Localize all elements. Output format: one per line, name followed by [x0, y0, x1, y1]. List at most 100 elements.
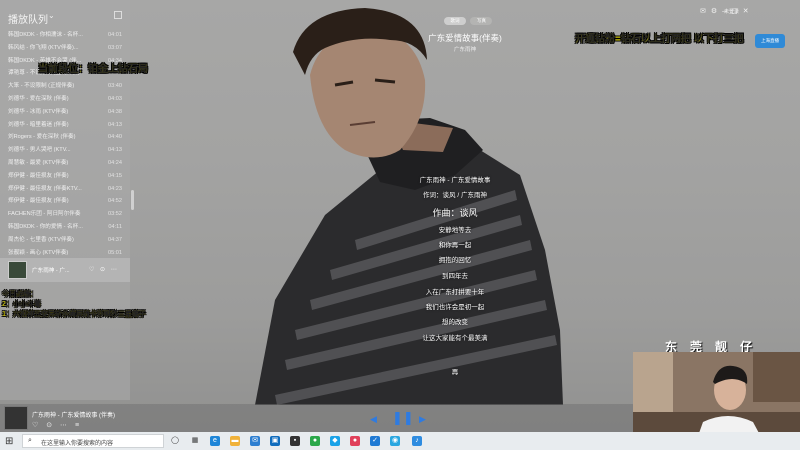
queue-item-duration: 04:01 [108, 32, 122, 38]
album-artwork [255, 8, 563, 405]
player-thumbnail[interactable] [4, 406, 28, 430]
stats-title: 今日战绩： [2, 291, 37, 298]
queue-title: 播放队列 [8, 15, 48, 26]
queue-item-duration: 04:37 [108, 236, 122, 243]
queue-item-duration: 04:24 [108, 160, 122, 166]
queue-item[interactable]: FACHEN乐团 - 阿日阿尔伴奏 03:52 [8, 208, 124, 221]
previous-icon[interactable]: ◀ [370, 414, 377, 425]
queue-item-duration: 04:13 [108, 147, 122, 154]
tab-lyrics[interactable]: 歌词 [444, 17, 466, 25]
queue-item-duration: 04:23 [108, 185, 122, 192]
windows-taskbar: ⊞ ⌕ 在这里输入你要搜索的内容 ◯ ▦ e ▬ ✉ ▣ ▪ ● ◆ ● ✓ ◉… [0, 432, 800, 450]
rank-overlay: 当前段位：铂金上钻石局 [38, 64, 148, 75]
app-icon-1[interactable]: ▪ [290, 436, 300, 446]
queue-item[interactable]: 郑伊健 - 最佳损友 (伴奏) 04:52 [8, 195, 124, 208]
current-track-thumbnail [8, 261, 27, 279]
minimize-icon[interactable]: – [722, 8, 731, 15]
lyric-line: 拥抱的回忆 [438, 257, 472, 264]
stream-logo: 上海直播 [755, 34, 785, 48]
queue-item[interactable]: 周杰伦 - 七里香 (KTV伴奏) 04:37 [8, 234, 124, 247]
queue-item[interactable]: 郑伊健 - 最佳损友 (伴奏) 04:15 [8, 170, 124, 183]
windows-start-icon[interactable]: ⊞ [5, 436, 13, 447]
window-controls: ✉⚙–▢✕ [700, 7, 754, 15]
queue-item[interactable]: 刘德华 - 冰雨 (KTV伴奏) 04:38 [8, 106, 124, 119]
mail-icon[interactable]: ✉ [700, 8, 711, 15]
queue-item[interactable]: 刘德华 - 暗里着迷 (伴奏) 04:13 [8, 119, 124, 132]
pause-icon[interactable]: ❚❚ [392, 410, 414, 426]
close-icon[interactable]: ✕ [743, 8, 754, 15]
stats-line-2: 1：六祖神五变异斩杀满屏流卡莎瞬秒三星德子 [2, 311, 146, 318]
queue-item-title: 韩风结 - 你飞翔 (KTV伴奏)... [8, 44, 79, 51]
maximize-icon[interactable]: ▢ [731, 8, 743, 15]
settings-icon[interactable]: ⚙ [711, 8, 722, 15]
queue-item-duration: 04:40 [108, 134, 122, 141]
queue-current-track[interactable]: 广东雨神 - 广... ♡ ⊙ ⋯ [0, 258, 130, 282]
queue-item-duration: 04:03 [108, 96, 122, 102]
chevron-down-icon[interactable]: ⌄ [48, 11, 55, 20]
app-icon-2[interactable]: ● [310, 436, 320, 446]
edge-icon[interactable]: e [210, 436, 220, 446]
mail-app-icon[interactable]: ✉ [250, 436, 260, 446]
lyric-line: 入在广东打拼要十年 [425, 289, 485, 296]
promo-overlay: 开通钻粉=钻石以上打两把 以下打三把 [575, 34, 744, 45]
widgets-icon[interactable]: ▦ [190, 436, 200, 446]
queue-item[interactable]: 韩国DKDK - 你相濡沫 - 名杯... 04:01 [8, 29, 124, 42]
music-player-taskbar-icon[interactable]: ♪ [412, 436, 422, 446]
lyric-line: 作词：谈风 / 广东雨神 [423, 192, 487, 199]
queue-item-title: 郑伊健 - 最佳损友 (伴奏KTV... [8, 185, 82, 192]
store-icon[interactable]: ▣ [270, 436, 280, 446]
task-view-icon[interactable]: ◯ [170, 436, 180, 446]
stats-line-1: 2：小小斗毒 [2, 301, 41, 308]
song-artist[interactable]: 广东雨神 [400, 45, 530, 53]
queue-item-duration: 04:38 [108, 108, 122, 115]
next-icon[interactable]: ▶ [419, 414, 426, 425]
queue-item[interactable]: 刘德华 - 爱在深秋 (伴奏) 04:03 [8, 93, 124, 106]
app-icon-5[interactable]: ✓ [370, 436, 380, 446]
tab-photo[interactable]: 写真 [470, 17, 493, 25]
view-mode-tabs: 歌词 写真 [444, 9, 493, 27]
search-icon: ⌕ [28, 437, 32, 444]
lyric-line: 安静地等去 [438, 227, 472, 234]
queue-item[interactable]: 刘德华 - 男人哭吧 (KTV... 04:13 [8, 144, 124, 157]
queue-item[interactable]: 刘Rogers - 爱在深秋 (伴奏) 04:40 [8, 131, 124, 144]
queue-item[interactable]: 韩风结 - 你飞翔 (KTV伴奏)... 03:07 [8, 42, 124, 55]
screen: 播放队列 ⌄ 韩国DKDK - 你相濡沫 - 名杯... 04:01 韩风结 - 你… [0, 0, 800, 450]
taskbar-search-box[interactable]: ⌕ 在这里输入你要搜索的内容 [22, 434, 164, 448]
queue-item-title: 周杰伦 - 七里香 (KTV伴奏) [8, 236, 74, 243]
queue-item-title: 郑伊健 - 最佳损友 (伴奏) [8, 172, 69, 179]
queue-item-title: 刘德华 - 暗里着迷 (伴奏) [8, 121, 69, 128]
app-icon-3[interactable]: ◆ [330, 436, 340, 446]
lyric-line: 让这大家能有个最美满 [422, 335, 488, 342]
queue-item[interactable]: 大笨 - 不设限制 (正规伴奏) 03:40 [8, 80, 124, 93]
queue-item-title: 大笨 - 不设限制 (正规伴奏) [8, 83, 75, 90]
player-action-icons[interactable]: ♡ ⊙ ⋯ ≡ [32, 421, 82, 429]
song-title: 广东爱情故事(伴奏) [428, 33, 502, 43]
app-icon-6[interactable]: ◉ [390, 436, 400, 446]
queue-item[interactable]: 郑伊健 - 最佳损友 (伴奏KTV... 04:23 [8, 183, 124, 196]
current-track-title: 广东雨神 - 广... [32, 268, 70, 274]
app-icon-4[interactable]: ● [350, 436, 360, 446]
add-to-queue-icon[interactable] [114, 11, 122, 19]
lyric-line: 我们也许会是初一起 [425, 304, 485, 311]
lyric-line: 作曲：谈风 [432, 208, 478, 218]
queue-item-duration: 04:15 [108, 172, 122, 179]
file-explorer-icon[interactable]: ▬ [230, 436, 240, 446]
queue-scrollbar[interactable] [131, 190, 134, 210]
queue-item-title: 郑伊健 - 最佳损友 (伴奏) [8, 198, 69, 205]
queue-item-title: 刘德华 - 爱在深秋 (伴奏) [8, 96, 69, 102]
lyric-line: 广东雨神 - 广东爱情故事 [419, 177, 491, 184]
current-track-actions[interactable]: ♡ ⊙ ⋯ [89, 266, 119, 273]
queue-item-duration: 03:07 [108, 44, 122, 51]
queue-item-title: 周慧敏 - 最爱 (KTV伴奏) [8, 160, 69, 166]
queue-item-duration: 04:13 [108, 121, 122, 128]
queue-item[interactable]: 韩国DKDK - 你的爱情 - 名杯... 04:11 [8, 221, 124, 234]
queue-item-title: 张靓颖 - 画心 (KTV伴奏) [8, 249, 69, 256]
lyric-line: 到四年去 [442, 273, 468, 280]
queue-item-duration: 03:40 [108, 83, 122, 90]
queue-item-duration: 04:52 [108, 198, 122, 205]
queue-item-title: 刘德华 - 冰雨 (KTV伴奏) [8, 108, 69, 115]
player-track-title: 广东雨神 - 广东爱情故事 (伴奏) [32, 413, 115, 419]
queue-item-title: 刘德华 - 男人哭吧 (KTV... [8, 147, 71, 154]
queue-item[interactable]: 周慧敏 - 最爱 (KTV伴奏) 04:24 [8, 157, 124, 170]
queue-item-title: 韩国DKDK - 你相濡沫 - 名杯... [8, 32, 83, 38]
